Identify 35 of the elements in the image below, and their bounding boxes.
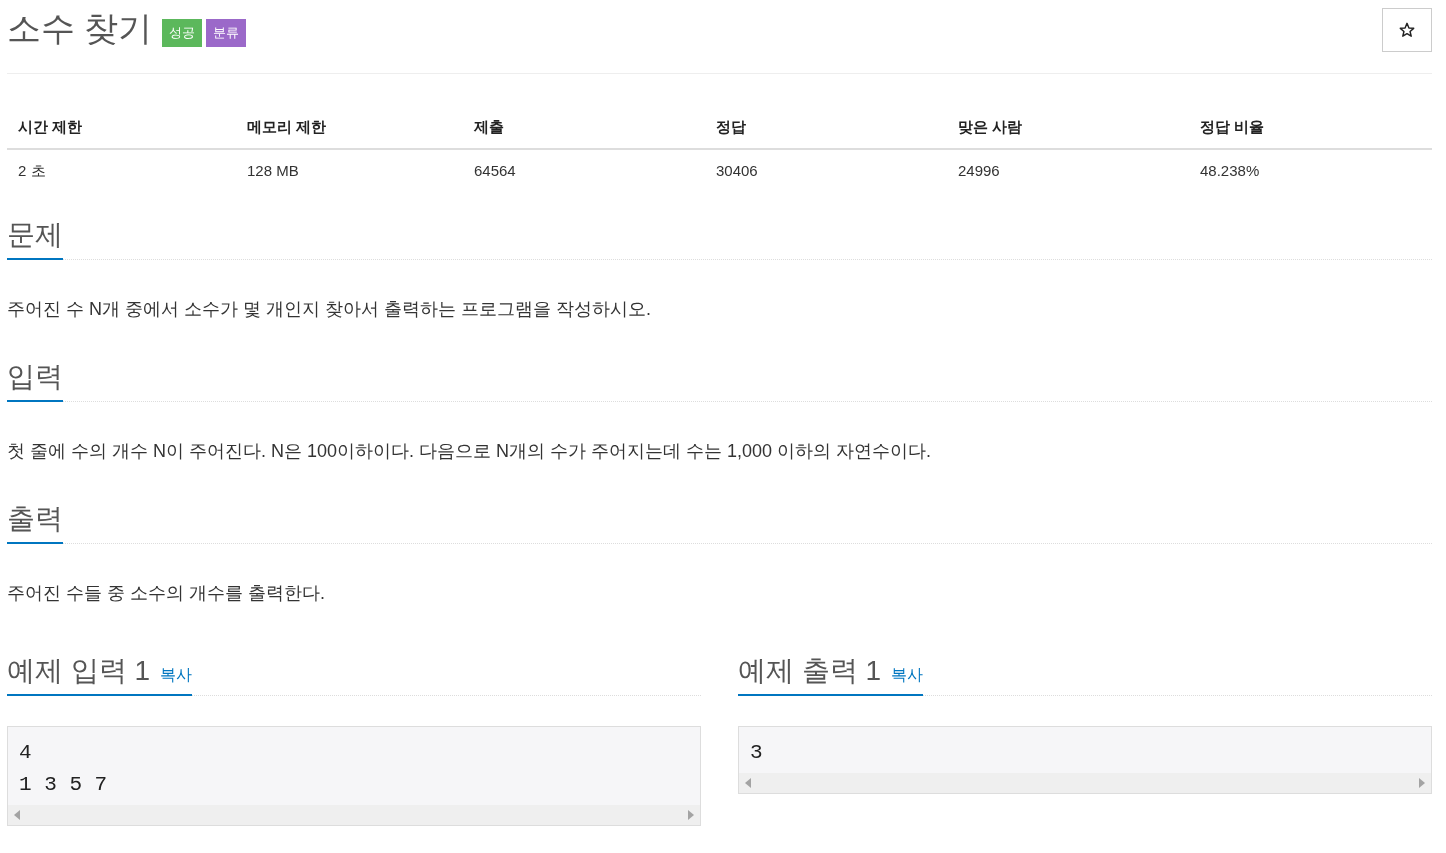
table-cell-text: 30406 <box>715 161 759 181</box>
code-line: 4 <box>19 740 33 766</box>
heading-text: 예제 출력 1 <box>738 654 882 688</box>
column-header: 맞은 사람 <box>957 117 1024 137</box>
heading-text: 예제 입력 1 <box>7 654 151 688</box>
heading-text: 문제 <box>7 218 63 252</box>
column-header: 정답 <box>715 117 747 137</box>
heading-text: 입력 <box>7 360 63 394</box>
scroll-left-icon[interactable] <box>14 810 20 820</box>
scroll-right-icon[interactable] <box>1419 778 1425 788</box>
table-cell-text: 128 MB <box>246 161 300 181</box>
copy-link[interactable]: 복사 <box>891 663 924 687</box>
section-text: 첫 줄에 수의 개수 N이 주어진다. N은 100이하이다. 다음으로 N개의 수가 주어지는데 수는 1,000 이하의 자연수이다. <box>7 440 933 463</box>
star-icon <box>1399 22 1415 38</box>
label-tag[interactable]: 분류 <box>206 19 247 47</box>
horizontal-scrollbar[interactable] <box>739 773 1431 793</box>
code-line: 3 <box>750 740 764 766</box>
column-header: 시간 제한 <box>17 117 84 137</box>
scroll-left-icon[interactable] <box>745 778 751 788</box>
column-header: 제출 <box>473 117 505 137</box>
star-button[interactable] <box>1382 8 1432 52</box>
horizontal-scrollbar[interactable] <box>8 805 700 825</box>
column-header: 메모리 제한 <box>246 117 328 137</box>
section-text: 주어진 수 N개 중에서 소수가 몇 개인지 찾아서 출력하는 프로그램을 작성하시오. <box>7 298 652 321</box>
table-cell-text: 24996 <box>957 161 1001 181</box>
section-text: 주어진 수들 중 소수의 개수를 출력한다. <box>7 582 326 605</box>
code-line: 1 3 5 7 <box>19 772 109 798</box>
scroll-right-icon[interactable] <box>688 810 694 820</box>
heading-text: 출력 <box>7 502 63 536</box>
table-cell-text: 48.238% <box>1199 161 1261 181</box>
table-cell-text: 64564 <box>473 161 517 181</box>
column-header: 정답 비율 <box>1199 117 1266 137</box>
page-title: 소수 찾기 <box>7 8 153 49</box>
table-cell-text: 2 초 <box>17 161 47 181</box>
copy-link[interactable]: 복사 <box>160 663 193 687</box>
